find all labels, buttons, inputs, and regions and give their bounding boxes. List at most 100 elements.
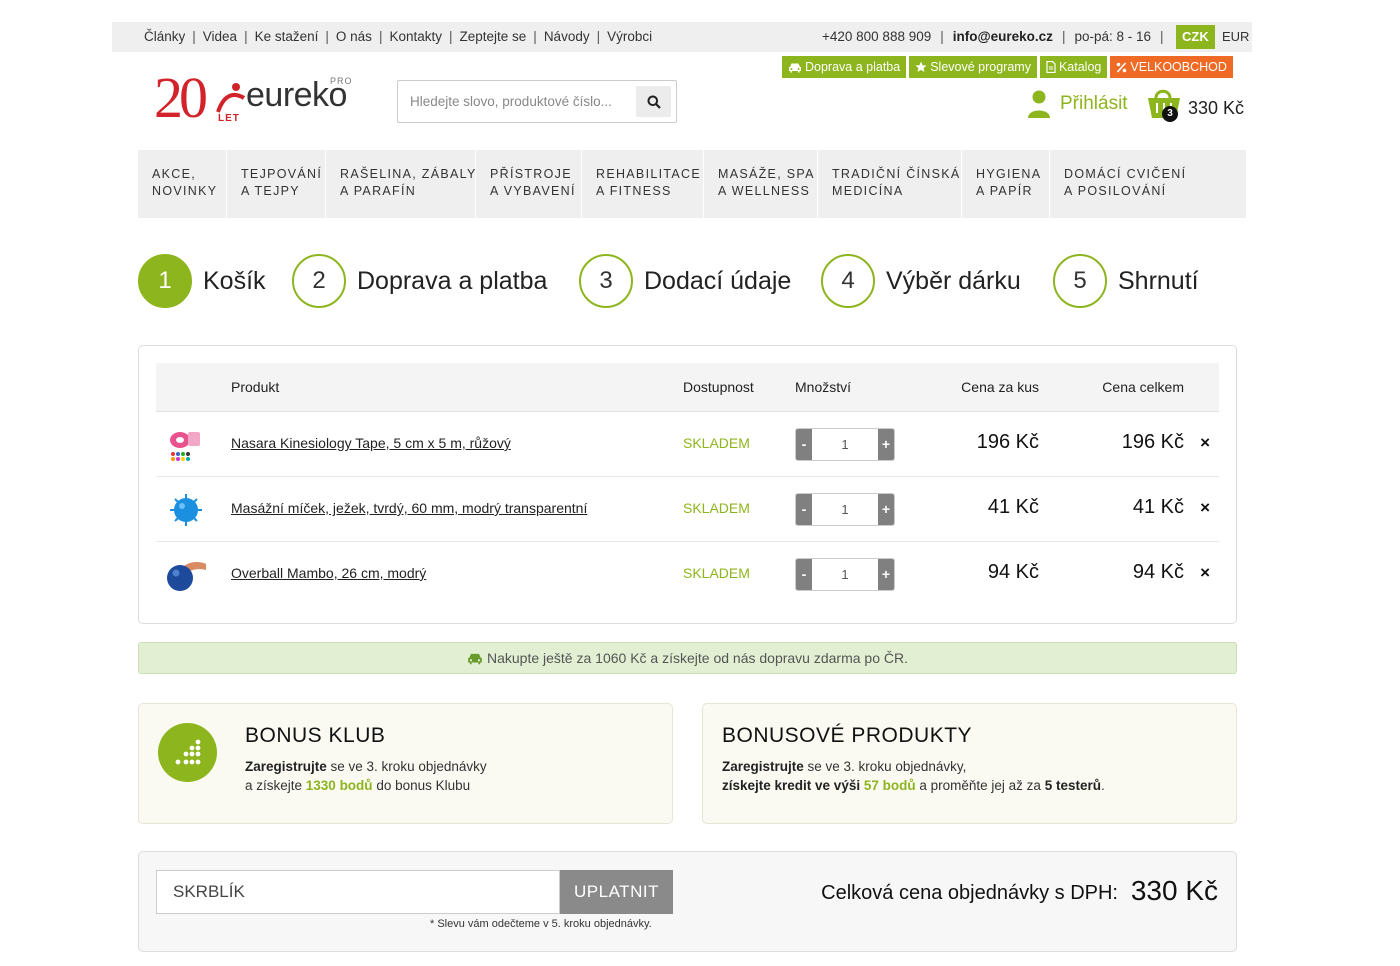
step-summary[interactable]: 5 Shrnutí bbox=[1053, 254, 1199, 308]
nav-item-akce[interactable]: AKCE, NOVINKY bbox=[138, 150, 227, 218]
opening-hours: po-pá: 8 - 16 bbox=[1074, 29, 1152, 44]
quantity-decrease-button[interactable]: - bbox=[796, 559, 812, 590]
order-total-value: 330 Kč bbox=[1130, 875, 1218, 906]
percent-icon bbox=[1117, 61, 1127, 73]
free-shipping-notice: Nakupte ještě za 1060 Kč a získejte od n… bbox=[138, 642, 1237, 674]
bonus-club-box: BONUS KLUB Zaregistrujte se ve 3. kroku … bbox=[138, 703, 673, 824]
quantity-input[interactable]: 1 bbox=[812, 429, 878, 460]
bonus-points: 1330 bodů bbox=[305, 778, 373, 793]
nav-item-tejpovani[interactable]: TEJPOVÁNÍ A TEJPY bbox=[227, 150, 326, 218]
top-link-videa[interactable]: Videa bbox=[203, 29, 237, 44]
quantity-stepper: - 1 + bbox=[795, 493, 895, 526]
step-delivery-details[interactable]: 3 Dodací údaje bbox=[579, 254, 791, 308]
wholesale-label: VELKOOBCHOD bbox=[1130, 60, 1227, 74]
nav-item-line: A TEJPY bbox=[241, 184, 300, 198]
unit-price: 196 Kč bbox=[976, 431, 1039, 453]
product-link[interactable]: Overball Mambo, 26 cm, modrý bbox=[231, 565, 426, 581]
car-icon bbox=[789, 63, 801, 72]
top-links: Články | Videa | Ke stažení | O nás | Kontakty | Z… bbox=[144, 29, 653, 44]
logo-years-sub: LET bbox=[218, 113, 240, 124]
login-link[interactable]: Přihlásit bbox=[1028, 90, 1128, 118]
cart-widget[interactable]: 3 330 Kč bbox=[1146, 86, 1246, 126]
step-cart[interactable]: 1 Košík bbox=[138, 254, 266, 308]
quantity-decrease-button[interactable]: - bbox=[796, 429, 812, 460]
top-link-ke-stazeni[interactable]: Ke stažení bbox=[255, 29, 319, 44]
quantity-increase-button[interactable]: + bbox=[878, 494, 894, 525]
step-gift[interactable]: 4 Výběr dárku bbox=[821, 254, 1021, 308]
contact-info: +420 800 888 909 | info@eureko.cz | po-pá: 8… bbox=[822, 29, 1164, 44]
discount-programs-link[interactable]: Slevové programy bbox=[909, 56, 1037, 78]
table-row: Overball Mambo, 26 cm, modrý SKLADEM - 1… bbox=[156, 542, 1219, 607]
user-icon bbox=[1028, 90, 1050, 118]
credit-emphasis: získejte kredit ve výši bbox=[722, 778, 864, 793]
apply-coupon-button[interactable]: UPLATNIT bbox=[560, 870, 673, 914]
header-unit-price: Cena za kus bbox=[961, 379, 1039, 395]
nav-item-line: TEJPOVÁNÍ bbox=[241, 167, 323, 181]
dots-icon bbox=[158, 723, 217, 782]
top-link-vyrobci[interactable]: Výrobci bbox=[607, 29, 652, 44]
table-row: Nasara Kinesiology Tape, 5 cm x 5 m, růž… bbox=[156, 412, 1219, 477]
bonus-products-box: BONUSOVÉ PRODUKTY Zaregistrujte se ve 3.… bbox=[702, 703, 1237, 824]
catalog-link[interactable]: Katalog bbox=[1039, 56, 1108, 78]
remove-item-button[interactable]: × bbox=[1200, 498, 1210, 518]
bonus-club-title: BONUS KLUB bbox=[245, 724, 386, 747]
coupon-input[interactable]: SKRBLÍK bbox=[156, 870, 560, 914]
cart-count-badge: 3 bbox=[1162, 106, 1178, 122]
nav-item-masaze[interactable]: MASÁŽE, SPA A WELLNESS bbox=[704, 150, 818, 218]
top-link-kontakty[interactable]: Kontakty bbox=[389, 29, 442, 44]
nav-item-tcm[interactable]: TRADIČNÍ ČÍNSKÁ MEDICÍNA bbox=[818, 150, 962, 218]
product-link[interactable]: Masážní míček, ježek, tvrdý, 60 mm, modr… bbox=[231, 500, 587, 516]
quantity-decrease-button[interactable]: - bbox=[796, 494, 812, 525]
search-icon bbox=[647, 95, 661, 109]
nav-item-line: REHABILITACE bbox=[596, 167, 701, 181]
nav-item-domaci-cviceni[interactable]: DOMÁCÍ CVIČENÍ A POSILOVÁNÍ bbox=[1050, 150, 1246, 218]
logo-years: 20 bbox=[154, 65, 208, 130]
bonus-club-text: Zaregistrujte se ve 3. kroku objednávky … bbox=[245, 757, 487, 795]
search-input[interactable] bbox=[399, 82, 629, 121]
nav-item-line: A VYBAVENÍ bbox=[490, 184, 576, 198]
nav-item-line: DOMÁCÍ CVIČENÍ bbox=[1064, 167, 1187, 181]
search-button[interactable] bbox=[636, 86, 671, 117]
remove-item-button[interactable]: × bbox=[1200, 433, 1210, 453]
email-link[interactable]: info@eureko.cz bbox=[953, 29, 1053, 44]
nav-item-rehabilitace[interactable]: REHABILITACE A FITNESS bbox=[582, 150, 704, 218]
wholesale-link[interactable]: VELKOOBCHOD bbox=[1110, 56, 1233, 78]
main-nav: AKCE, NOVINKY TEJPOVÁNÍ A TEJPY RAŠELINA, … bbox=[138, 150, 1246, 218]
quantity-input[interactable]: 1 bbox=[812, 559, 878, 590]
bonus-products-line2-end: . bbox=[1100, 778, 1105, 793]
top-link-clanky[interactable]: Články bbox=[144, 29, 185, 44]
quantity-increase-button[interactable]: + bbox=[878, 429, 894, 460]
product-thumbnail[interactable] bbox=[166, 556, 206, 594]
site-logo[interactable]: 20 LET eureko PRO bbox=[154, 65, 364, 130]
step-shipping[interactable]: 2 Doprava a platba bbox=[292, 254, 547, 308]
currency-czk[interactable]: CZK bbox=[1176, 25, 1215, 49]
nav-item-pristroje[interactable]: PŘÍSTROJE A VYBAVENÍ bbox=[476, 150, 582, 218]
product-link[interactable]: Nasara Kinesiology Tape, 5 cm x 5 m, růž… bbox=[231, 435, 511, 451]
nav-item-raselina[interactable]: RAŠELINA, ZÁBALY A PARAFÍN bbox=[326, 150, 476, 218]
logo-pro: PRO bbox=[330, 76, 353, 86]
search-box bbox=[397, 80, 677, 123]
shipping-payment-link[interactable]: Doprava a platba bbox=[782, 56, 907, 78]
header-product: Produkt bbox=[231, 379, 280, 395]
currency-eur[interactable]: EUR bbox=[1216, 25, 1255, 49]
phone-number[interactable]: +420 800 888 909 bbox=[822, 29, 931, 44]
free-shipping-text: Nakupte ještě za 1060 Kč a získejte od n… bbox=[486, 650, 908, 666]
nav-item-hygiena[interactable]: HYGIENA A PAPÍR bbox=[962, 150, 1050, 218]
bonus-club-line1: se ve 3. kroku objednávky bbox=[326, 759, 487, 774]
register-emphasis: Zaregistrujte bbox=[722, 759, 804, 774]
product-thumbnail[interactable] bbox=[166, 426, 206, 464]
remove-item-button[interactable]: × bbox=[1200, 563, 1210, 583]
row-total-price: 94 Kč bbox=[1132, 561, 1184, 583]
nav-item-line: A PARAFÍN bbox=[340, 184, 417, 198]
top-bar: Články | Videa | Ke stažení | O nás | Kontakty | Z… bbox=[112, 22, 1252, 52]
top-link-navody[interactable]: Návody bbox=[544, 29, 590, 44]
checkout-steps: 1 Košík 2 Doprava a platba 3 Dodací údaj… bbox=[138, 254, 1248, 308]
quantity-stepper: - 1 + bbox=[795, 428, 895, 461]
catalog-label: Katalog bbox=[1058, 60, 1102, 74]
quantity-increase-button[interactable]: + bbox=[878, 559, 894, 590]
quantity-input[interactable]: 1 bbox=[812, 494, 878, 525]
top-link-o-nas[interactable]: O nás bbox=[336, 29, 372, 44]
top-link-zeptejte-se[interactable]: Zeptejte se bbox=[460, 29, 527, 44]
bonus-products-title: BONUSOVÉ PRODUKTY bbox=[722, 724, 973, 747]
product-thumbnail[interactable] bbox=[166, 491, 206, 529]
